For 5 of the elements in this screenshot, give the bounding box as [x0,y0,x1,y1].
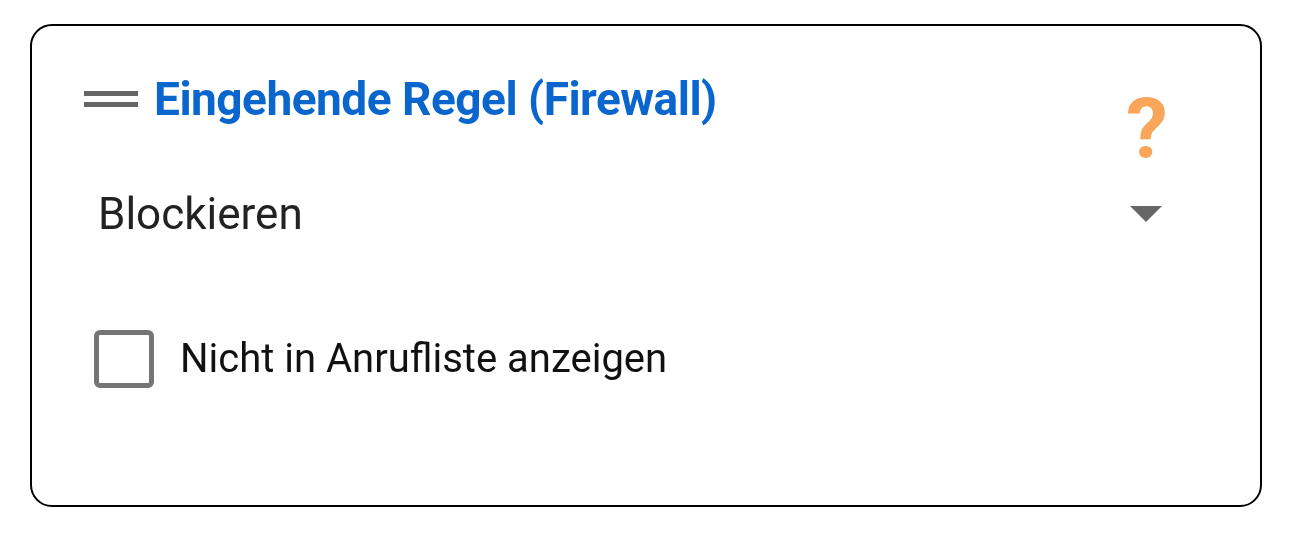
caret-icon [1130,206,1162,222]
action-dropdown[interactable]: Blockieren [98,186,1162,242]
checkbox[interactable] [94,330,154,388]
drag-handle-icon[interactable] [84,91,138,107]
checkbox-label: Nicht in Anrufliste anzeigen [180,339,668,379]
